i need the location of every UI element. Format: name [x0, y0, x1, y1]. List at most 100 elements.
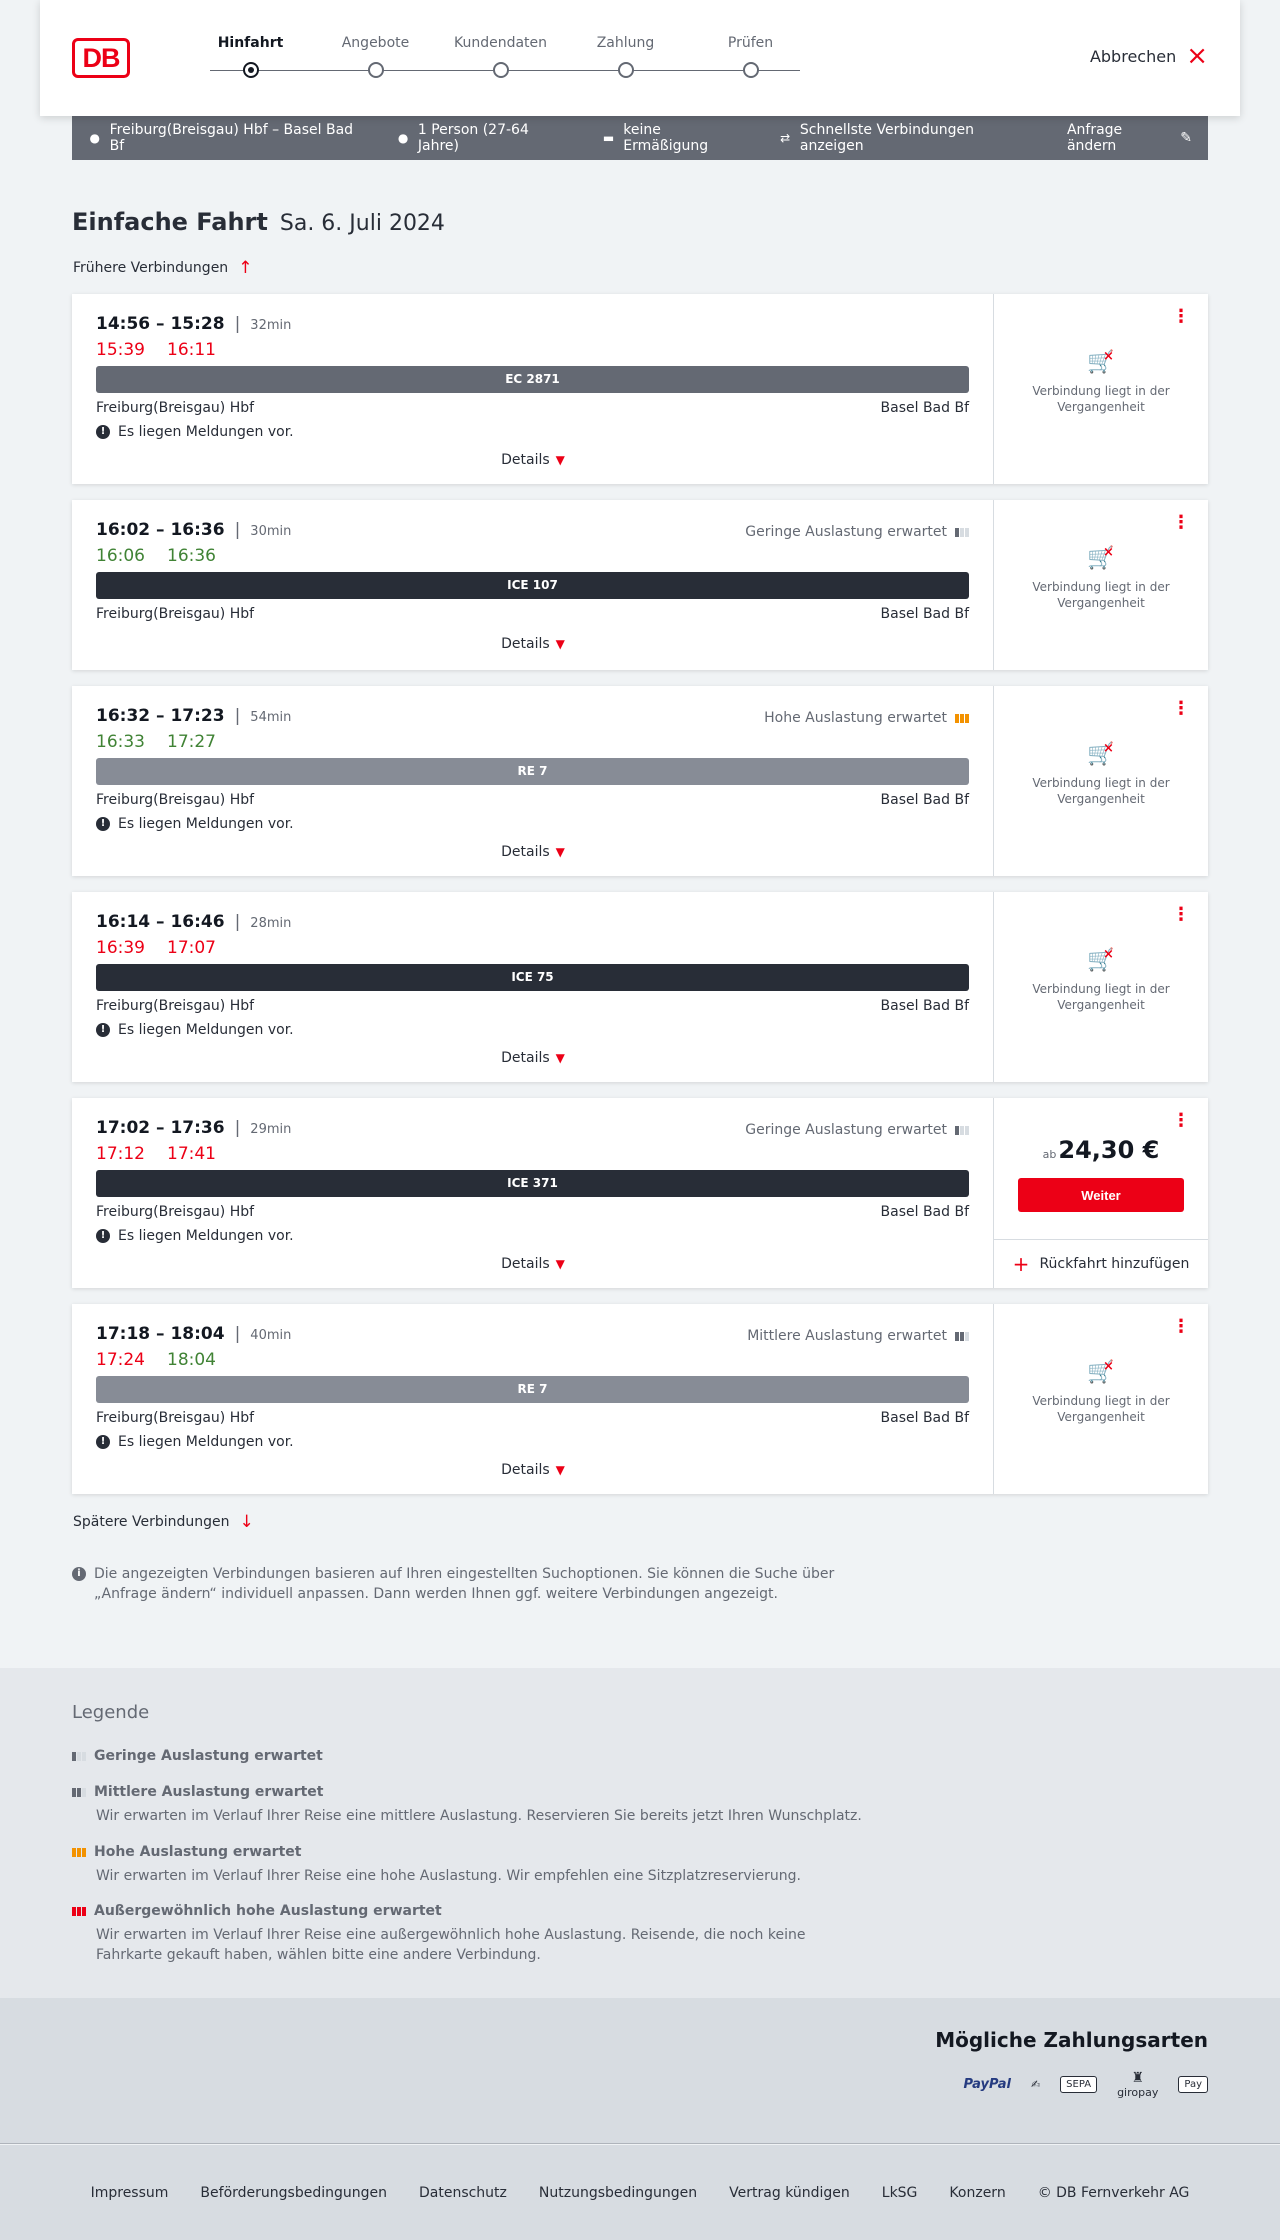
details-toggle[interactable]: Details ▼ [72, 636, 994, 652]
footer-link[interactable]: Nutzungsbedingungen [539, 2185, 697, 2201]
person-icon: ● [397, 131, 409, 145]
occupancy-bar [72, 1847, 76, 1857]
legend-section: Legende Geringe Auslastung erwartet Mittl… [0, 1668, 1280, 1998]
realtime-arrival: 17:41 [167, 1144, 216, 1164]
origin-station: Freiburg(Breisgau) Hbf [96, 400, 255, 416]
step-indicator-icon [742, 62, 759, 78]
later-connections-label: Spätere Verbindungen [73, 1514, 230, 1530]
train-bar[interactable]: ICE 371 [96, 1170, 969, 1197]
occupancy-bar [965, 527, 969, 537]
connection-main[interactable]: 16:32 – 17:23 | 54min 16:33 17:27 Hohe Auslas… [72, 686, 994, 876]
train-bar[interactable]: EC 2871 [96, 366, 969, 393]
footer-link[interactable]: Datenschutz [419, 2185, 507, 2201]
occupancy-bar [77, 1787, 81, 1797]
step-4[interactable]: Zahlung [563, 30, 688, 78]
step-label: Kundendaten [453, 35, 548, 51]
footer-link[interactable]: Beförderungsbedingungen [200, 2185, 387, 2201]
later-connections-link[interactable]: Spätere Verbindungen ↓ [73, 1512, 254, 1532]
legend-item-header: Geringe Auslastung erwartet [72, 1748, 872, 1764]
details-toggle[interactable]: Details ▼ [72, 1050, 994, 1066]
connection-card: 16:14 – 16:46 | 28min 16:39 17:07 ICE 75 Freib… [72, 892, 1208, 1082]
cancel-button[interactable]: Abbrechen × [1090, 43, 1208, 69]
past-connection-label: Verbindung liegt in der Vergangenheit [1032, 384, 1170, 414]
messages-label: Es liegen Meldungen vor. [118, 1022, 294, 1038]
messages-notice[interactable]: ! Es liegen Meldungen vor. [96, 424, 294, 440]
edit-query-button[interactable]: Anfrage ändern ✎ [1067, 122, 1192, 154]
legend-title: Legende [72, 1702, 150, 1723]
footer-link[interactable]: Vertrag kündigen [729, 2185, 850, 2201]
more-options-icon[interactable]: ⋮ [1172, 1112, 1190, 1130]
messages-notice[interactable]: ! Es liegen Meldungen vor. [96, 1228, 294, 1244]
connection-main[interactable]: 16:14 – 16:46 | 28min 16:39 17:07 ICE 75 Freib… [72, 892, 994, 1082]
occupancy-bar [72, 1906, 76, 1916]
messages-notice[interactable]: ! Es liegen Meldungen vor. [96, 1434, 294, 1450]
more-options-icon[interactable]: ⋮ [1172, 700, 1190, 718]
messages-notice[interactable]: ! Es liegen Meldungen vor. [96, 1022, 294, 1038]
more-options-icon[interactable]: ⋮ [1172, 514, 1190, 532]
step-2[interactable]: Angebote [313, 30, 438, 78]
footer-link[interactable]: © DB Fernverkehr AG [1038, 2185, 1190, 2201]
train-bar[interactable]: RE 7 [96, 1376, 969, 1403]
more-options-icon[interactable]: ⋮ [1172, 906, 1190, 924]
step-3[interactable]: Kundendaten [438, 30, 563, 78]
connection-main[interactable]: 17:18 – 18:04 | 40min 17:24 18:04 Mittlere Au… [72, 1304, 994, 1494]
occupancy-bar [77, 1751, 81, 1761]
messages-label: Es liegen Meldungen vor. [118, 424, 294, 440]
past-connection-notice: 🛒 Verbindung liegt in der Vergangenheit [994, 349, 1208, 415]
footer-link[interactable]: LkSG [882, 2185, 918, 2201]
details-toggle[interactable]: Details ▼ [72, 452, 994, 468]
occupancy-bar [960, 1125, 964, 1135]
legend-item-title: Mittlere Auslastung erwartet [94, 1784, 324, 1800]
location-pin-icon: ● [89, 131, 101, 145]
step-label: Prüfen [727, 35, 774, 51]
connection-main[interactable]: 14:56 – 15:28 | 32min 15:39 16:11 EC 2871 Frei… [72, 294, 994, 484]
cart-unavailable-icon: 🛒 [994, 349, 1208, 374]
occupancy-label: Mittlere Auslastung erwartet [747, 1328, 947, 1344]
add-return-button[interactable]: + Rückfahrt hinzufügen [994, 1239, 1208, 1288]
planned-times: 17:18 – 18:04 | 40min [96, 1324, 291, 1344]
bahncard-icon: ▬ [602, 131, 615, 145]
messages-notice[interactable]: ! Es liegen Meldungen vor. [96, 816, 294, 832]
details-toggle[interactable]: Details ▼ [72, 844, 994, 860]
connection-main[interactable]: 16:02 – 16:36 | 30min 16:06 16:36 Geringe Aus… [72, 500, 994, 670]
destination-station: Basel Bad Bf [880, 998, 969, 1014]
train-bar[interactable]: ICE 107 [96, 572, 969, 599]
train-bar[interactable]: ICE 75 [96, 964, 969, 991]
connection-main[interactable]: 17:02 – 17:36 | 29min 17:12 17:41 Geringe Aus… [72, 1098, 994, 1288]
planned-time-range: 16:32 – 17:23 [96, 706, 225, 726]
more-options-icon[interactable]: ⋮ [1172, 1318, 1190, 1336]
legend-item: Außergewöhnlich hohe Auslastung erwartet… [72, 1903, 872, 1965]
earlier-connections-link[interactable]: Frühere Verbindungen ↑ [73, 258, 252, 278]
more-options-icon[interactable]: ⋮ [1172, 308, 1190, 326]
footer-link[interactable]: Impressum [91, 2185, 169, 2201]
separator: | [234, 706, 241, 726]
planned-time-range: 16:14 – 16:46 [96, 912, 225, 932]
details-toggle[interactable]: Details ▼ [72, 1462, 994, 1478]
paypal-logo: PayPal [963, 2077, 1011, 2092]
origin-station: Freiburg(Breisgau) Hbf [96, 1204, 255, 1220]
past-connection-label: Verbindung liegt in der Vergangenheit [1032, 982, 1170, 1012]
occupancy-icon [955, 527, 969, 537]
occupancy-bar [955, 713, 959, 723]
continue-button[interactable]: Weiter [1018, 1178, 1184, 1212]
step-5[interactable]: Prüfen [688, 30, 813, 78]
realtime-arrival: 16:36 [167, 546, 216, 566]
connection-card: 16:02 – 16:36 | 30min 16:06 16:36 Geringe Aus… [72, 500, 1208, 670]
step-1[interactable]: Hinfahrt [188, 30, 313, 78]
details-label: Details [501, 636, 550, 652]
db-logo[interactable]: DB [72, 38, 130, 78]
occupancy-label: Hohe Auslastung erwartet [764, 710, 947, 726]
footer-link[interactable]: Konzern [949, 2185, 1005, 2201]
train-bar[interactable]: RE 7 [96, 758, 969, 785]
discount-text: keine Ermäßigung [623, 122, 709, 154]
legend-item-description: Wir erwarten im Verlauf Ihrer Reise eine… [96, 1808, 862, 1824]
past-connection-notice: 🛒 Verbindung liegt in der Vergangenheit [994, 947, 1208, 1013]
chevron-down-icon: ▼ [555, 637, 565, 651]
payment-logos: PayPal ✍ SEPA ♜ giropay Pay [963, 2070, 1208, 2099]
details-toggle[interactable]: Details ▼ [72, 1256, 994, 1272]
connection-card: 17:18 – 18:04 | 40min 17:24 18:04 Mittlere Au… [72, 1304, 1208, 1494]
realtime-arrival: 16:11 [167, 340, 216, 360]
booking-stepper: Hinfahrt Angebote Kundendaten Zahlung Prüfen [210, 30, 800, 90]
info-note-text: Die angezeigten Verbindungen basieren au… [94, 1566, 835, 1602]
info-note: i Die angezeigten Verbindungen basieren … [72, 1564, 852, 1604]
